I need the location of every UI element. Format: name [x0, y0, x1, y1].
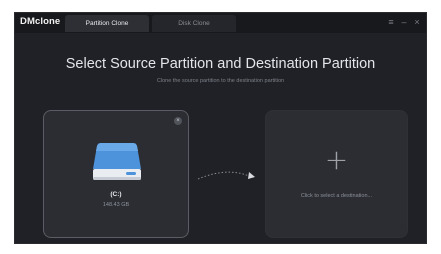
drive-letter: (C:) — [110, 191, 122, 198]
destination-prompt: Click to select a destination... — [300, 193, 373, 199]
source-partition-card[interactable]: × (C:) 148.43 GB — [43, 110, 189, 238]
arrow-icon — [197, 171, 255, 180]
page-subtitle: Clone the source partition to the destin… — [156, 78, 285, 84]
app-brand: DMclone — [20, 16, 61, 27]
drive-size: 148.43 GB — [102, 202, 130, 208]
drive-icon — [93, 143, 141, 180]
remove-source-button[interactable]: × — [174, 117, 182, 125]
page-title: Select Source Partition and Destination … — [65, 56, 376, 72]
tab-disk-clone[interactable]: Disk Clone — [152, 15, 236, 32]
destination-partition-card[interactable]: + Click to select a destination... — [265, 110, 408, 238]
menu-icon[interactable]: ≡ — [386, 17, 396, 27]
title-bar: DMclone Partition Clone Disk Clone ≡ – × — [15, 13, 426, 33]
close-icon[interactable]: × — [412, 17, 422, 27]
app-window: DMclone Partition Clone Disk Clone ≡ – ×… — [14, 12, 427, 244]
tab-partition-clone[interactable]: Partition Clone — [65, 15, 149, 32]
add-destination-icon: + — [324, 143, 349, 176]
minimize-icon[interactable]: – — [399, 17, 409, 27]
